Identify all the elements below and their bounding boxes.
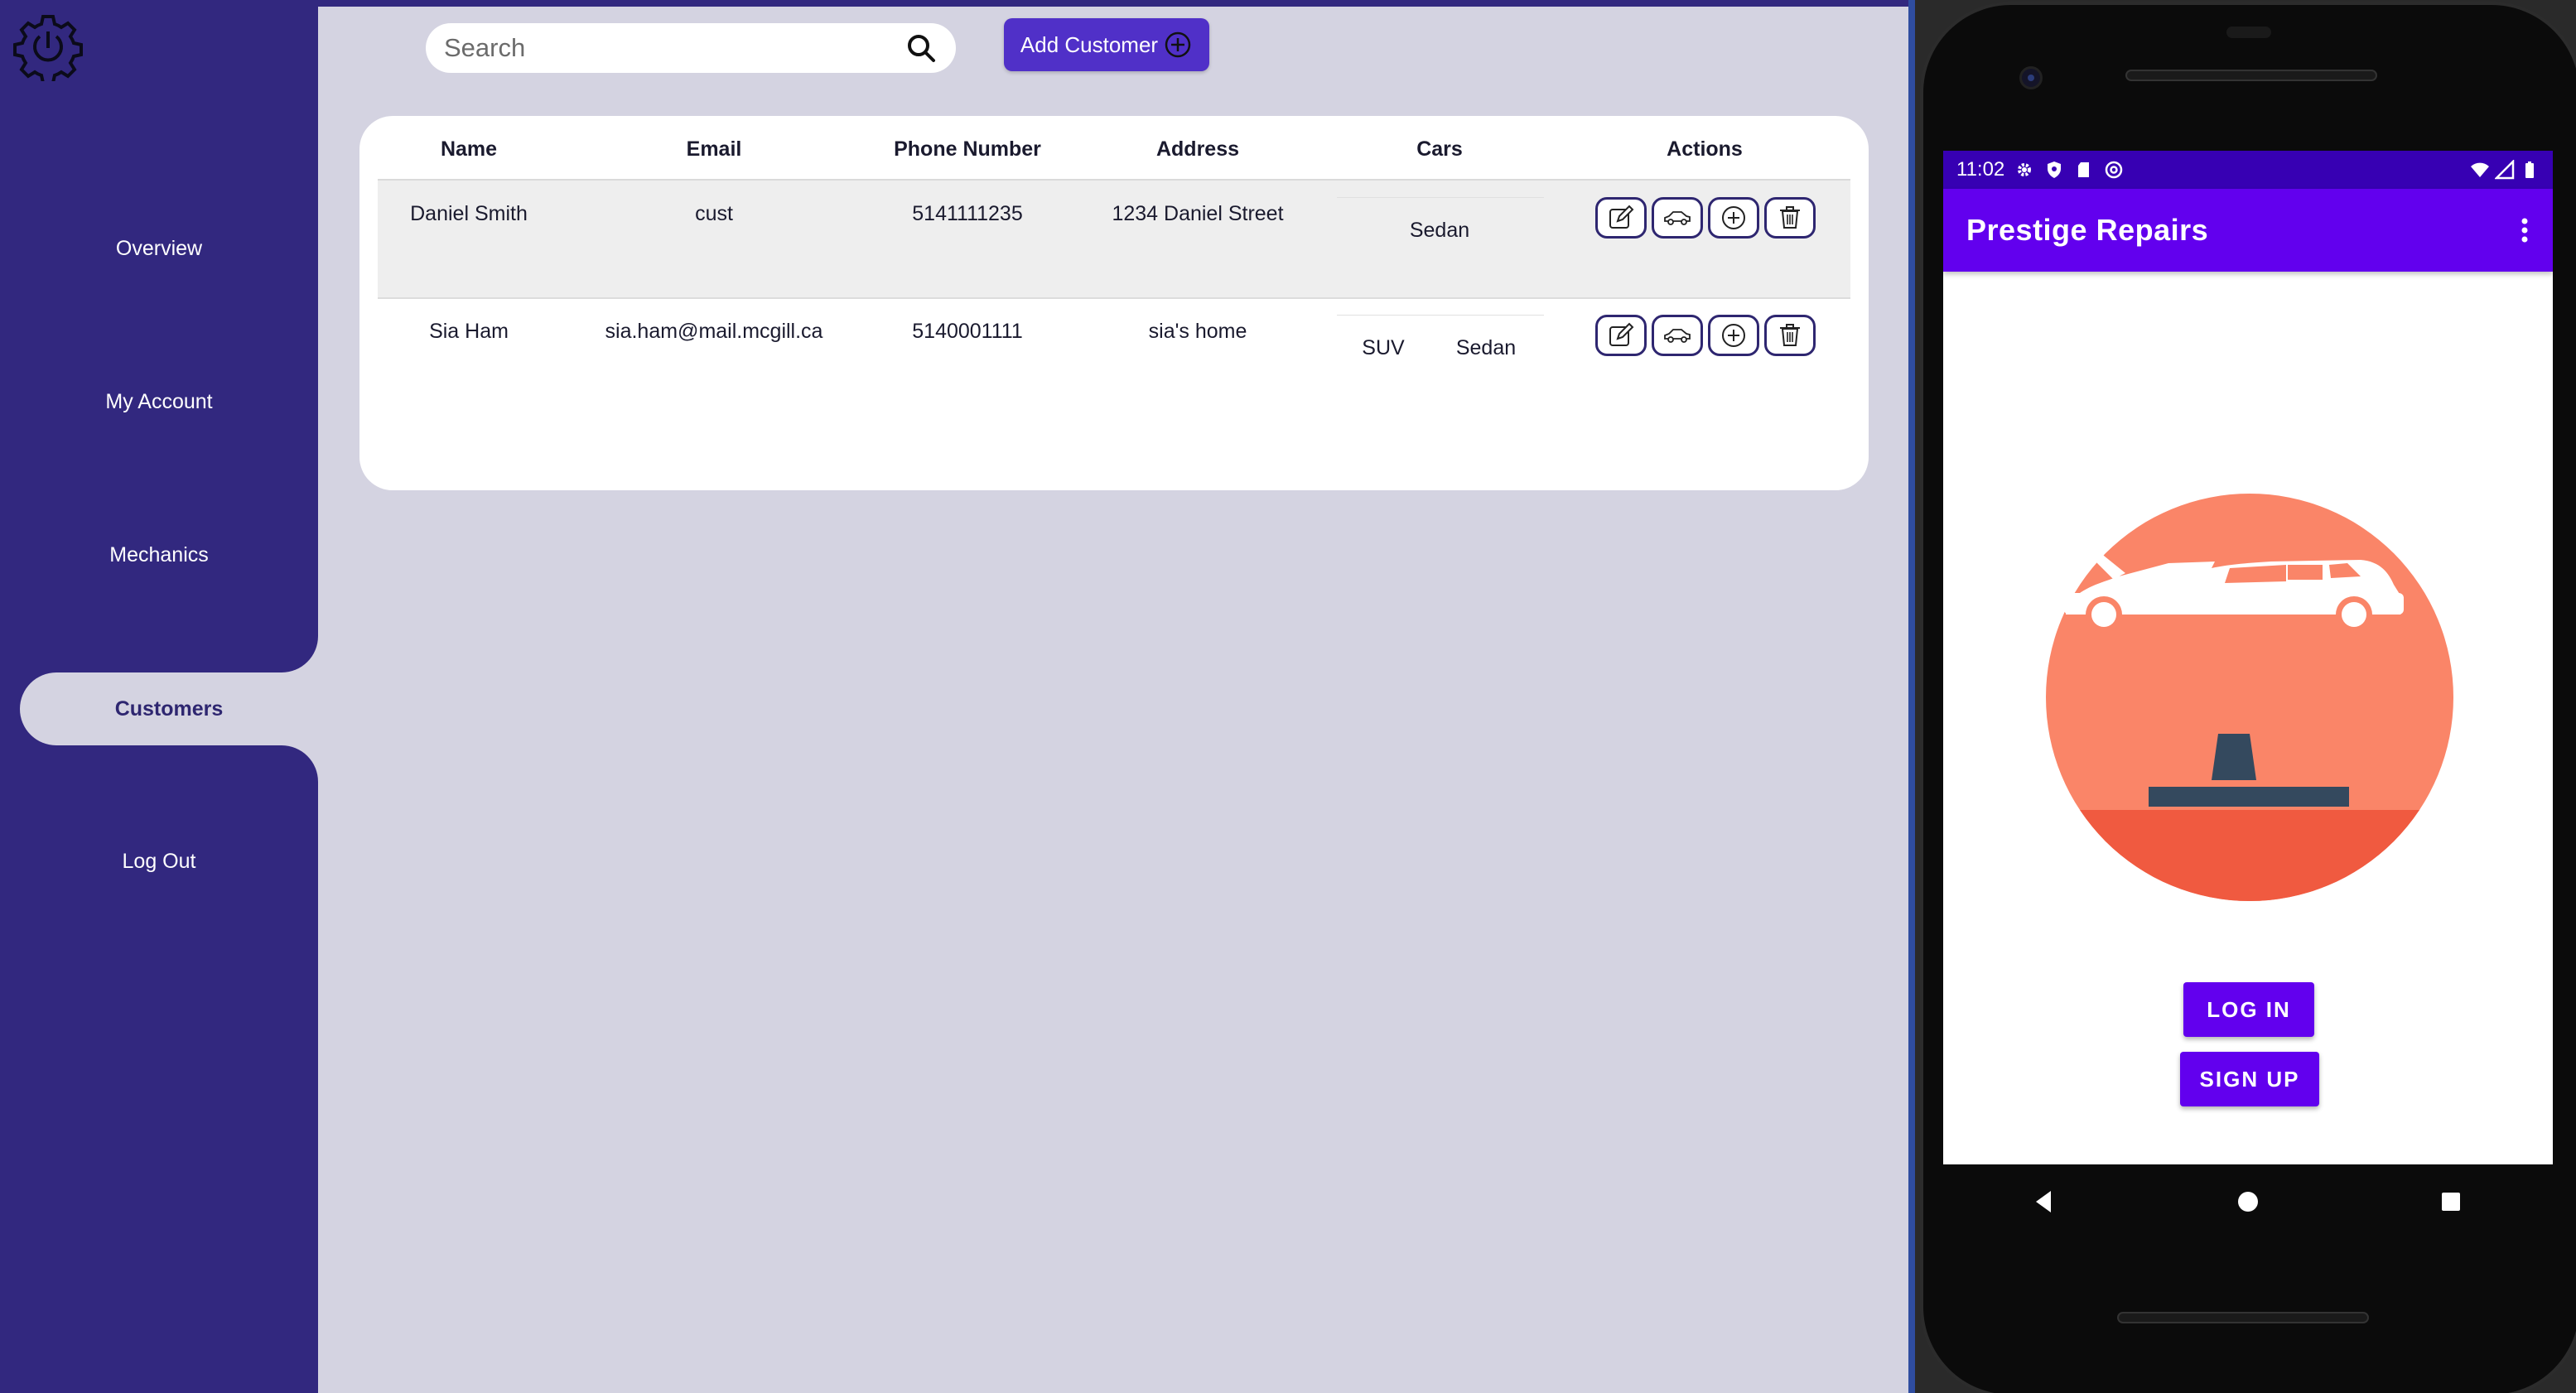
status-right [2470, 160, 2540, 180]
phone-screen: 11:02 Prestige Repairs LOG IN SIGN UP [1943, 151, 2553, 1164]
car-chip[interactable]: Sedan [1456, 336, 1516, 360]
add-customer-button[interactable]: Add Customer [1004, 18, 1209, 71]
battery-icon [2525, 161, 2534, 178]
cell-address: sia's home [1148, 320, 1247, 343]
add-car-button[interactable] [1708, 197, 1759, 239]
column-header-address: Address [1155, 137, 1240, 161]
search-icon[interactable] [904, 31, 938, 65]
at-sign-icon [2106, 161, 2123, 179]
sidebar-item-label: Log Out [122, 849, 196, 873]
search-bar [426, 23, 956, 73]
cars-cell-divider [1337, 197, 1544, 198]
signal-icon [2495, 160, 2515, 180]
app-title: Prestige Repairs [1966, 213, 2209, 247]
settings-gear-icon [2018, 163, 2032, 176]
sidebar: Overview My Account Mechanics Customers … [0, 0, 318, 1393]
car-chip[interactable]: Sedan [1410, 219, 1469, 243]
column-header-cars: Cars [1416, 137, 1463, 161]
add-customer-label: Add Customer [1020, 31, 1159, 57]
shield-icon [2048, 161, 2062, 178]
gear-power-logo-icon [13, 15, 83, 81]
edit-button[interactable] [1595, 315, 1647, 356]
add-car-button[interactable] [1708, 315, 1759, 356]
add-circle-icon [1165, 31, 1191, 58]
cell-name: Sia Ham [429, 320, 509, 343]
active-tab-curve-bottom [248, 745, 318, 815]
phone-speaker-top [2125, 70, 2377, 81]
cars-cell-divider [1337, 315, 1544, 316]
sign-up-label: SIGN UP [2199, 1066, 2300, 1092]
sidebar-item-label: Mechanics [109, 542, 209, 566]
sidebar-item-label: Customers [114, 696, 224, 721]
edit-button[interactable] [1595, 197, 1647, 239]
edit-icon [1609, 205, 1634, 229]
sidebar-item-my-account[interactable]: My Account [0, 365, 318, 438]
front-camera-icon [2019, 66, 2043, 89]
row-actions [1595, 197, 1816, 239]
overflow-menu-icon[interactable] [2516, 214, 2533, 247]
trash-icon [1780, 206, 1800, 229]
car-repair-illustration-icon [2046, 494, 2453, 901]
delete-button[interactable] [1764, 315, 1816, 356]
search-input[interactable] [444, 33, 904, 63]
cars-button[interactable] [1652, 197, 1703, 239]
car-chip[interactable]: SUV [1362, 336, 1404, 360]
sidebar-item-label: Overview [115, 236, 203, 260]
log-in-button[interactable]: LOG IN [2183, 982, 2314, 1037]
edit-icon [1609, 322, 1634, 346]
sidebar-item-label: My Account [105, 389, 213, 413]
cell-phone: 5141111235 [912, 202, 1023, 225]
trash-icon [1780, 324, 1800, 346]
cell-email: cust [695, 202, 733, 225]
sidebar-item-overview[interactable]: Overview [0, 212, 318, 285]
sidebar-item-log-out[interactable]: Log Out [0, 825, 318, 898]
cell-phone: 5140001111 [912, 320, 1023, 343]
sidebar-item-mechanics[interactable]: Mechanics [0, 518, 318, 591]
sign-up-button[interactable]: SIGN UP [2180, 1052, 2319, 1106]
column-header-name: Name [440, 137, 498, 161]
add-circle-icon [1722, 206, 1745, 229]
sd-card-icon [2078, 162, 2090, 177]
delete-button[interactable] [1764, 197, 1816, 239]
log-in-label: LOG IN [2207, 996, 2291, 1022]
cell-address: 1234 Daniel Street [1112, 202, 1284, 225]
phone-sensor [2226, 27, 2271, 38]
row-actions [1595, 315, 1816, 356]
screen-root: Overview My Account Mechanics Customers … [0, 0, 2576, 1393]
column-header-email: Email [686, 137, 742, 161]
car-icon [1664, 211, 1691, 225]
column-header-actions: Actions [1667, 137, 1743, 161]
wifi-icon [2471, 162, 2489, 177]
car-icon [1664, 329, 1691, 343]
phone-speaker-bottom [2117, 1312, 2369, 1323]
cell-email: sia.ham@mail.mcgill.ca [605, 320, 823, 343]
column-header-phone: Phone Number [894, 137, 1041, 161]
cell-name: Daniel Smith [410, 202, 528, 225]
cars-button[interactable] [1652, 315, 1703, 356]
status-left: 11:02 [1956, 158, 2124, 181]
active-tab-curve-top [248, 603, 318, 672]
home-icon[interactable] [2234, 1188, 2262, 1216]
customers-table: Name Email Phone Number Address Cars Act… [359, 116, 1869, 490]
app-bar: Prestige Repairs [1943, 189, 2553, 272]
web-admin-window: Overview My Account Mechanics Customers … [0, 0, 1913, 1393]
sidebar-item-customers[interactable]: Customers [20, 672, 318, 745]
recents-icon[interactable] [2437, 1188, 2465, 1216]
status-time: 11:02 [1956, 158, 2005, 181]
back-icon[interactable] [2031, 1188, 2059, 1216]
row-divider [378, 297, 1850, 299]
android-nav-bar [1943, 1164, 2553, 1239]
status-bar: 11:02 [1943, 151, 2553, 189]
add-circle-icon [1722, 324, 1745, 347]
